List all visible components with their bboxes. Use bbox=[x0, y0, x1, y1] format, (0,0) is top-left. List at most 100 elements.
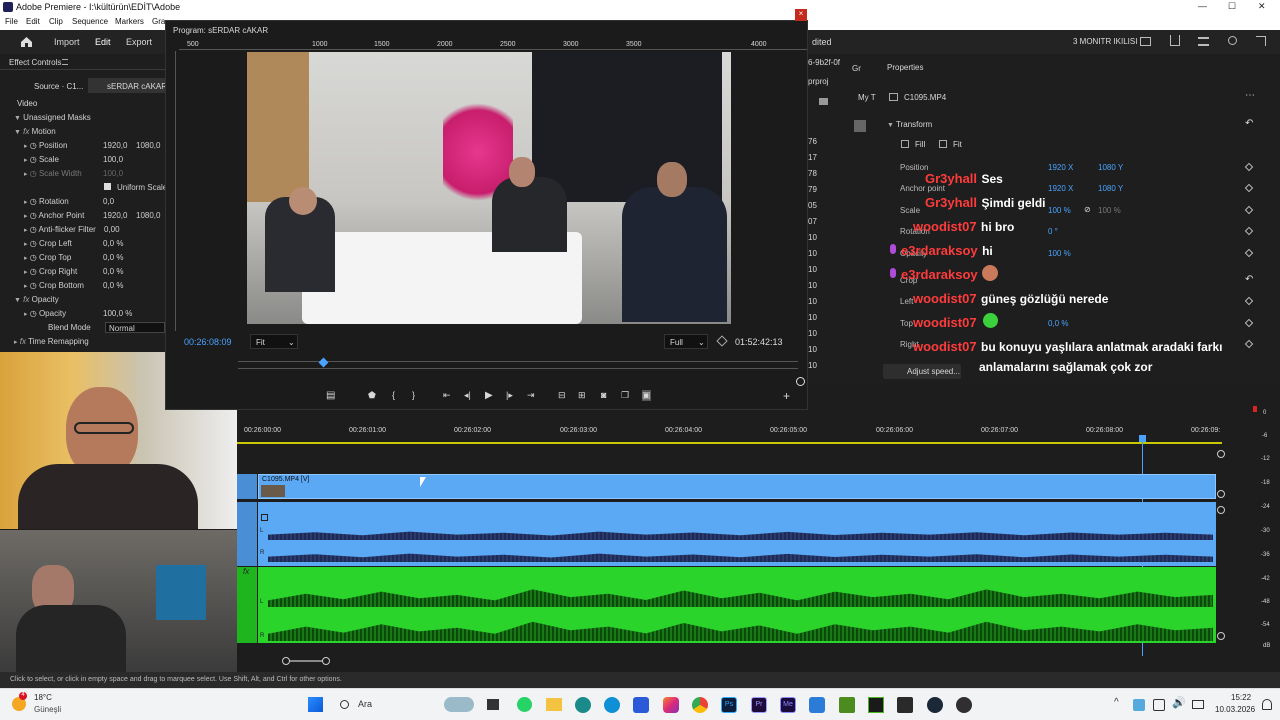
weather-temp[interactable]: 18°C bbox=[34, 693, 52, 702]
sequence-clip-label[interactable]: sERDAR cAKAR · bbox=[107, 82, 172, 91]
menu-lines-icon[interactable] bbox=[1198, 37, 1209, 46]
ec-crop-left-value[interactable]: 0,0 % bbox=[103, 239, 123, 248]
ec-row-crop-left[interactable]: ▸ ◷ Crop Left bbox=[24, 239, 72, 248]
ec-row-crop-right[interactable]: ▸ ◷ Crop Right bbox=[24, 267, 77, 276]
epic-games-icon[interactable] bbox=[897, 697, 913, 713]
nvidia-icon[interactable] bbox=[839, 697, 855, 713]
step-forward-icon[interactable]: |▸ bbox=[506, 390, 513, 401]
transform-section[interactable]: ▼ Transform bbox=[887, 120, 932, 129]
ec-row-position[interactable]: ▸ ◷ Position bbox=[24, 141, 67, 150]
bin-icon[interactable] bbox=[819, 98, 828, 105]
ec-row-unassigned-masks[interactable]: ▼ Unassigned Masks bbox=[14, 113, 91, 122]
playhead-timecode[interactable]: 00:26:08:09 bbox=[184, 337, 232, 347]
tab-export[interactable]: Export bbox=[126, 37, 152, 47]
add-marker-icon[interactable]: ⬟ bbox=[368, 390, 376, 401]
insert-icon[interactable]: ⊟ bbox=[558, 390, 566, 401]
track-header-a2[interactable] bbox=[237, 567, 257, 643]
lift-icon[interactable]: ▤ bbox=[326, 390, 335, 401]
ec-crop-right-value[interactable]: 0,0 % bbox=[103, 267, 123, 276]
ec-row-time-remapping[interactable]: ▸ fx Time Remapping bbox=[14, 337, 89, 346]
menu-edit[interactable]: Edit bbox=[26, 17, 40, 26]
tab-edit[interactable]: Edit bbox=[95, 37, 111, 47]
app-icon[interactable] bbox=[868, 697, 884, 713]
go-to-in-icon[interactable]: ⇤ bbox=[443, 390, 451, 401]
zoom-fit-select[interactable]: Fit ⌄ bbox=[250, 334, 298, 349]
menu-sequence[interactable]: Sequence bbox=[72, 17, 108, 26]
ec-anchor-y[interactable]: 1080,0 bbox=[136, 211, 160, 220]
mini-timeline-bar[interactable] bbox=[238, 357, 798, 369]
track-header-v1[interactable] bbox=[237, 474, 257, 499]
tab-graphics[interactable]: Gr bbox=[852, 64, 861, 73]
go-to-out-icon[interactable]: ⇥ bbox=[527, 390, 535, 401]
chrome-icon[interactable] bbox=[692, 697, 708, 713]
notification-bell-icon[interactable] bbox=[1262, 699, 1272, 710]
reset-transform-icon[interactable]: ↶ bbox=[1245, 118, 1253, 129]
media-encoder-icon[interactable]: Me bbox=[780, 697, 796, 713]
blend-mode-select[interactable]: Normal bbox=[105, 322, 165, 333]
properties-title[interactable]: Properties bbox=[887, 63, 923, 72]
file-explorer-icon[interactable] bbox=[546, 698, 562, 711]
mark-out-icon[interactable]: } bbox=[412, 390, 415, 400]
menu-graphics[interactable]: Gra bbox=[152, 17, 165, 26]
share-icon[interactable] bbox=[1170, 35, 1180, 46]
tray-app-icon[interactable] bbox=[1133, 699, 1145, 711]
horizontal-zoom-scrollbar[interactable] bbox=[282, 657, 330, 665]
tab-import[interactable]: Import bbox=[54, 37, 80, 47]
vertical-scroll-handle[interactable] bbox=[1217, 450, 1225, 458]
mark-in-icon[interactable]: { bbox=[392, 390, 395, 400]
ec-row-anchor-point[interactable]: ▸ ◷ Anchor Point bbox=[24, 211, 84, 220]
ec-row-anti-flicker[interactable]: ▸ ◷ Anti-flicker Filter bbox=[24, 225, 96, 234]
ec-scale-value[interactable]: 100,0 bbox=[103, 155, 123, 164]
obs-icon[interactable] bbox=[956, 697, 972, 713]
store-icon[interactable] bbox=[633, 697, 649, 713]
clock-date[interactable]: 10.03.2026 bbox=[1215, 705, 1255, 714]
ec-crop-bottom-value[interactable]: 0,0 % bbox=[103, 281, 123, 290]
mini-playhead[interactable] bbox=[318, 357, 329, 368]
panel-menu-icon[interactable] bbox=[62, 59, 68, 65]
uniform-scale-checkbox[interactable] bbox=[104, 183, 111, 190]
export-frame-icon[interactable]: ◙ bbox=[601, 390, 606, 400]
home-icon[interactable] bbox=[20, 35, 33, 47]
ec-row-crop-top[interactable]: ▸ ◷ Crop Top bbox=[24, 253, 71, 262]
play-button[interactable]: ▶ bbox=[485, 390, 493, 401]
whatsapp-icon[interactable] bbox=[517, 697, 532, 712]
track-header-a1[interactable] bbox=[237, 502, 257, 566]
network-icon[interactable] bbox=[1153, 699, 1165, 711]
vertical-scroll-handle[interactable] bbox=[1217, 490, 1225, 498]
monitor-icon[interactable] bbox=[1140, 37, 1151, 46]
expand-icon[interactable] bbox=[1256, 36, 1266, 46]
audio-clip-a1[interactable]: L R bbox=[258, 502, 1216, 566]
wrench-icon[interactable] bbox=[716, 335, 728, 347]
timeline-ruler[interactable]: 00:26:00:00 00:26:01:00 00:26:02:00 00:2… bbox=[237, 422, 1222, 444]
app-icon[interactable] bbox=[809, 697, 825, 713]
ec-rotation-value[interactable]: 0,0 bbox=[103, 197, 114, 206]
tab-my-templates[interactable]: My T bbox=[858, 93, 876, 102]
add-button-icon[interactable]: + bbox=[783, 389, 790, 403]
ec-row-rotation[interactable]: ▸ ◷ Rotation bbox=[24, 197, 69, 206]
app-icon[interactable] bbox=[575, 697, 591, 713]
ec-position-y[interactable]: 1080,0 bbox=[136, 141, 160, 150]
battery-icon[interactable] bbox=[1192, 700, 1204, 709]
ec-row-scale[interactable]: ▸ ◷ Scale bbox=[24, 155, 59, 164]
start-button-icon[interactable] bbox=[308, 697, 323, 712]
fill-toggle[interactable] bbox=[901, 140, 909, 148]
effect-controls-title[interactable]: Effect Controls bbox=[9, 58, 61, 67]
maximize-button[interactable]: ☐ bbox=[1228, 1, 1236, 12]
tray-chevron-icon[interactable]: ^ bbox=[1114, 697, 1119, 708]
source-clip-label[interactable]: Source · C1... bbox=[34, 82, 83, 91]
video-clip[interactable]: C1095.MP4 [V] bbox=[258, 474, 1216, 499]
vertical-scroll-handle[interactable] bbox=[1217, 506, 1225, 514]
fit-toggle[interactable] bbox=[939, 140, 947, 148]
volume-icon[interactable]: 🔊 bbox=[1172, 696, 1186, 709]
clock-time[interactable]: 15:22 bbox=[1231, 693, 1251, 702]
close-window-button[interactable]: ✕ bbox=[1258, 1, 1266, 12]
ec-row-motion[interactable]: ▼ fx Motion bbox=[14, 127, 56, 136]
ec-anti-flicker-value[interactable]: 0,00 bbox=[104, 225, 120, 234]
filter-icon[interactable] bbox=[854, 120, 866, 132]
search-box[interactable]: Ara bbox=[334, 694, 454, 716]
step-back-icon[interactable]: ◂| bbox=[464, 390, 471, 401]
vr-toggle-icon[interactable]: ▣ bbox=[642, 390, 651, 401]
ec-row-opacity[interactable]: ▸ ◷ Opacity bbox=[24, 309, 66, 318]
menu-markers[interactable]: Markers bbox=[115, 17, 144, 26]
steam-icon[interactable] bbox=[927, 697, 943, 713]
